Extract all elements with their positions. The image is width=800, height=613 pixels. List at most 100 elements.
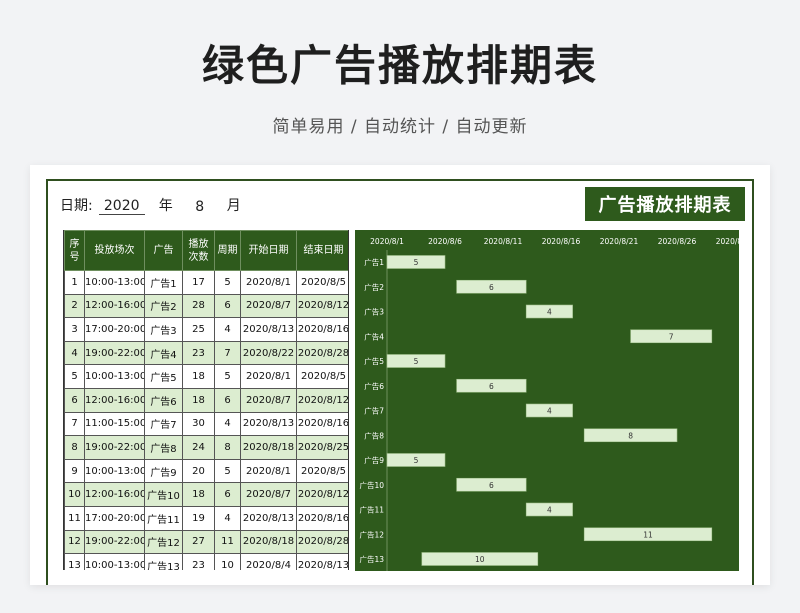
table-cell[interactable]: 2020/8/13 — [296, 553, 348, 570]
table-cell[interactable]: 23 — [182, 553, 215, 570]
table-cell[interactable]: 4 — [214, 317, 241, 342]
table-cell[interactable]: 7 — [64, 411, 85, 437]
table-cell[interactable]: 2020/8/1 — [240, 270, 297, 295]
table-cell[interactable]: 广告2 — [144, 293, 183, 319]
table-cell[interactable]: 4 — [64, 340, 85, 366]
table-cell[interactable]: 广告3 — [144, 317, 183, 342]
table-cell[interactable]: 18 — [182, 387, 215, 413]
table-cell[interactable]: 2020/8/25 — [296, 435, 348, 460]
table-cell[interactable]: 7 — [214, 340, 241, 366]
table-cell[interactable]: 5 — [64, 364, 85, 389]
table-cell[interactable]: 25 — [182, 317, 215, 342]
month-field[interactable]: 8 — [183, 199, 217, 215]
column-header[interactable]: 播放次数 — [182, 230, 215, 271]
table-cell[interactable]: 8 — [214, 435, 241, 460]
table-cell[interactable]: 11 — [214, 529, 241, 555]
table-cell[interactable]: 2020/8/7 — [240, 387, 297, 413]
table-cell[interactable]: 广告12 — [144, 529, 183, 555]
table-cell[interactable]: 2020/8/13 — [240, 505, 297, 531]
table-cell[interactable]: 4 — [214, 411, 241, 437]
table-cell[interactable]: 8 — [64, 435, 85, 460]
table-cell[interactable]: 2020/8/5 — [296, 364, 348, 389]
table-cell[interactable]: 2020/8/18 — [240, 435, 297, 460]
table-cell[interactable]: 2020/8/5 — [296, 270, 348, 295]
table-cell[interactable]: 广告7 — [144, 411, 183, 437]
table-cell[interactable]: 30 — [182, 411, 215, 437]
table-cell[interactable]: 2020/8/28 — [296, 529, 348, 555]
table-cell[interactable]: 4 — [214, 505, 241, 531]
table-cell[interactable]: 2020/8/16 — [296, 411, 348, 437]
table-cell[interactable]: 28 — [182, 293, 215, 319]
table-cell[interactable]: 19:00-22:00 — [84, 435, 145, 460]
table-cell[interactable]: 6 — [214, 482, 241, 507]
table-cell[interactable]: 5 — [214, 458, 241, 484]
table-cell[interactable]: 10:00-13:00 — [84, 553, 145, 570]
table-cell[interactable]: 20 — [182, 458, 215, 484]
column-header[interactable]: 广告 — [144, 230, 183, 271]
table-cell[interactable]: 2020/8/7 — [240, 482, 297, 507]
table-cell[interactable]: 2020/8/16 — [296, 505, 348, 531]
column-header[interactable]: 结束日期 — [296, 230, 348, 271]
table-cell[interactable]: 2020/8/1 — [240, 364, 297, 389]
column-header[interactable]: 序号 — [64, 230, 85, 271]
table-cell[interactable]: 2020/8/22 — [240, 340, 297, 366]
table-cell[interactable]: 19 — [182, 505, 215, 531]
table-cell[interactable]: 6 — [64, 387, 85, 413]
table-cell[interactable]: 5 — [214, 270, 241, 295]
table-cell[interactable]: 19:00-22:00 — [84, 340, 145, 366]
table-cell[interactable]: 2020/8/16 — [296, 317, 348, 342]
table-cell[interactable]: 27 — [182, 529, 215, 555]
table-cell[interactable]: 广告6 — [144, 387, 183, 413]
table-cell[interactable]: 23 — [182, 340, 215, 366]
table-cell[interactable]: 广告5 — [144, 364, 183, 389]
table-cell[interactable]: 19:00-22:00 — [84, 529, 145, 555]
table-cell[interactable]: 2020/8/12 — [296, 482, 348, 507]
table-cell[interactable]: 广告8 — [144, 435, 183, 460]
table-cell[interactable]: 5 — [214, 364, 241, 389]
table-cell[interactable]: 9 — [64, 458, 85, 484]
table-cell[interactable]: 2020/8/13 — [240, 411, 297, 437]
table-cell[interactable]: 广告9 — [144, 458, 183, 484]
table-cell[interactable]: 广告13 — [144, 553, 183, 570]
table-cell[interactable]: 2020/8/1 — [240, 458, 297, 484]
table-cell[interactable]: 2020/8/5 — [296, 458, 348, 484]
table-cell[interactable]: 17:00-20:00 — [84, 317, 145, 342]
table-cell[interactable]: 6 — [214, 387, 241, 413]
table-cell[interactable]: 2020/8/7 — [240, 293, 297, 319]
table-cell[interactable]: 10 — [214, 553, 241, 570]
table-cell[interactable]: 2020/8/13 — [240, 317, 297, 342]
table-cell[interactable]: 2020/8/12 — [296, 387, 348, 413]
table-cell[interactable]: 6 — [214, 293, 241, 319]
column-header[interactable]: 开始日期 — [240, 230, 297, 271]
year-field[interactable]: 2020 — [98, 198, 145, 215]
table-cell[interactable]: 12 — [64, 529, 85, 555]
table-cell[interactable]: 11:00-15:00 — [84, 411, 145, 437]
table-cell[interactable]: 18 — [182, 364, 215, 389]
table-cell[interactable]: 13 — [64, 553, 85, 570]
table-cell[interactable]: 2 — [64, 293, 85, 319]
table-cell[interactable]: 24 — [182, 435, 215, 460]
table-cell[interactable]: 10:00-13:00 — [84, 270, 145, 295]
table-cell[interactable]: 1 — [64, 270, 85, 295]
table-cell[interactable]: 10:00-13:00 — [84, 458, 145, 484]
table-cell[interactable]: 12:00-16:00 — [84, 482, 145, 507]
column-header[interactable]: 投放场次 — [84, 230, 145, 271]
table-cell[interactable]: 广告10 — [144, 482, 183, 507]
table-cell[interactable]: 2020/8/12 — [296, 293, 348, 319]
table-cell[interactable]: 2020/8/28 — [296, 340, 348, 366]
table-cell[interactable]: 广告1 — [144, 270, 183, 295]
table-cell[interactable]: 广告11 — [144, 505, 183, 531]
table-cell[interactable]: 11 — [64, 505, 85, 531]
table-cell[interactable]: 12:00-16:00 — [84, 387, 145, 413]
table-cell[interactable]: 12:00-16:00 — [84, 293, 145, 319]
table-cell[interactable]: 2020/8/18 — [240, 529, 297, 555]
table-cell[interactable]: 17:00-20:00 — [84, 505, 145, 531]
table-cell[interactable]: 2020/8/4 — [240, 553, 297, 570]
table-cell[interactable]: 广告4 — [144, 340, 183, 366]
table-cell[interactable]: 10 — [64, 482, 85, 507]
table-cell[interactable]: 18 — [182, 482, 215, 507]
column-header[interactable]: 周期 — [214, 230, 241, 271]
table-cell[interactable]: 10:00-13:00 — [84, 364, 145, 389]
table-cell[interactable]: 17 — [182, 270, 215, 295]
table-cell[interactable]: 3 — [64, 317, 85, 342]
